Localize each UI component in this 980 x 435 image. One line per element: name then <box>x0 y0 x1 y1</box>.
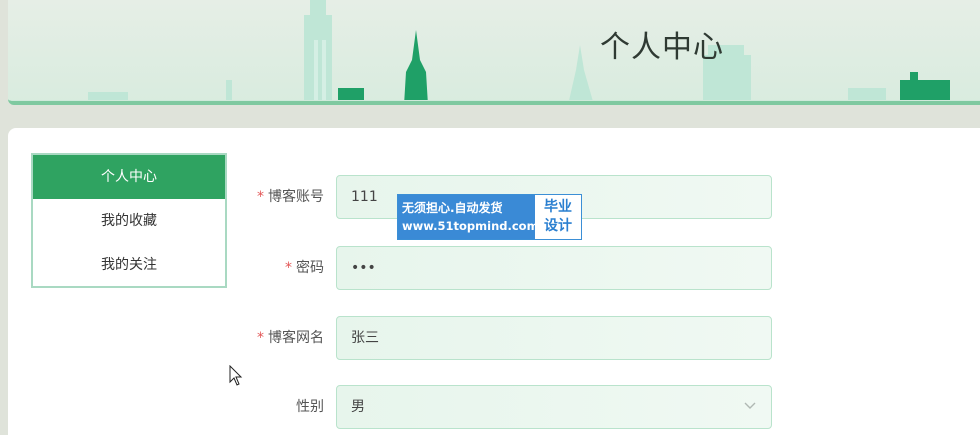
chevron-down-icon <box>744 402 756 409</box>
form-row-nickname: * 博客网名 张三 <box>240 316 780 360</box>
nickname-input[interactable]: 张三 <box>336 316 772 360</box>
nickname-label: * 博客网名 <box>257 316 324 360</box>
sidebar-item-my-follows[interactable]: 我的关注 <box>33 243 225 287</box>
mouse-cursor-icon <box>229 365 243 386</box>
page-title: 个人中心 <box>600 30 724 65</box>
account-label: * 博客账号 <box>257 175 324 219</box>
watermark-slogan: 无须担心.自动发货 <box>402 201 503 215</box>
gender-label: 性别 <box>296 399 324 415</box>
password-label: * 密码 <box>285 246 324 290</box>
password-label-text: 密码 <box>296 260 324 276</box>
required-mark: * <box>285 260 292 276</box>
form-row-password: * 密码 ••• <box>240 246 780 290</box>
required-mark: * <box>257 189 264 205</box>
account-label-text: 博客账号 <box>268 189 324 205</box>
gender-select-value: 男 <box>351 399 365 415</box>
required-mark: * <box>257 330 264 346</box>
watermark-tag-line2: 设计 <box>544 218 572 234</box>
watermark-tag-line1: 毕业 <box>544 199 572 215</box>
password-input[interactable]: ••• <box>336 246 772 290</box>
header-banner: 个人中心 <box>8 0 980 105</box>
nickname-label-text: 博客网名 <box>268 330 324 346</box>
page: 个人中心 个人中心 我的收藏 我的关注 * 博客账号 111 * 密码 ••• * 博… <box>0 0 980 435</box>
watermark-url: www.51topmind.com <box>402 219 539 233</box>
sidebar-item-personal-center[interactable]: 个人中心 <box>33 155 225 199</box>
gender-select[interactable]: 男 <box>336 385 772 429</box>
watermark-tag: 毕业 设计 <box>535 195 581 239</box>
sidebar-item-my-favorites[interactable]: 我的收藏 <box>33 199 225 243</box>
watermark-slogan-box: 无须担心.自动发货 www.51topmind.com <box>398 195 539 239</box>
form-row-gender: 性别 男 <box>240 385 780 429</box>
watermark-badge: 无须担心.自动发货 www.51topmind.com 毕业 设计 <box>397 194 582 240</box>
skyline-illustration <box>8 0 980 101</box>
sidebar-menu: 个人中心 我的收藏 我的关注 <box>31 153 227 288</box>
